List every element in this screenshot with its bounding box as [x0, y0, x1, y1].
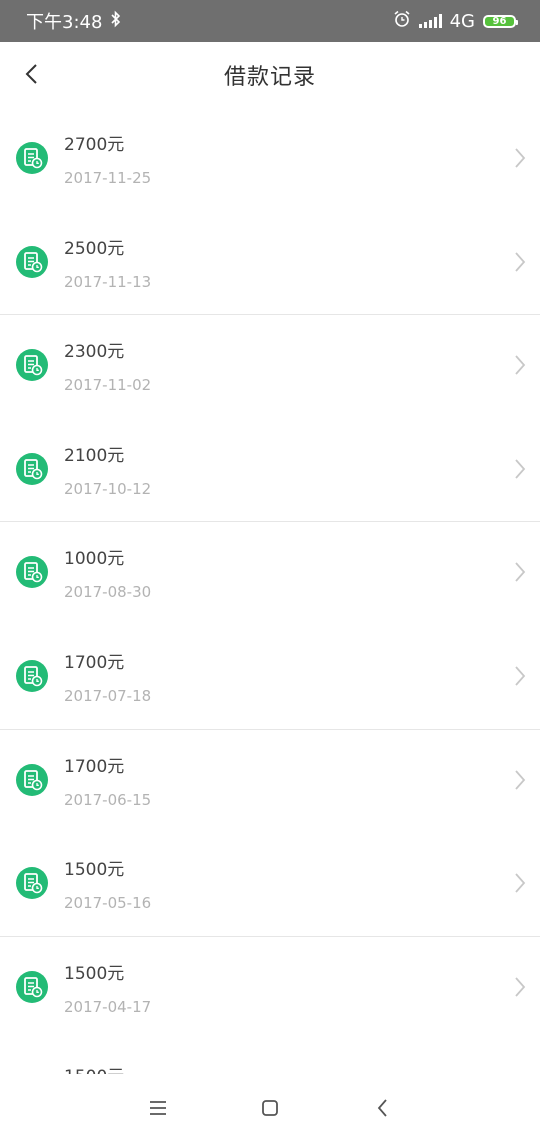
loan-amount: 2500元 [64, 238, 125, 259]
page-header: 借款记录 [0, 42, 540, 108]
chevron-right-icon [514, 251, 526, 277]
loan-date: 2017-05-16 [64, 894, 152, 913]
chevron-right-icon [514, 354, 526, 380]
loan-date: 2017-11-25 [64, 169, 152, 187]
list-item[interactable]: 1700元 2017-06-15 [0, 730, 540, 834]
alarm-icon [393, 10, 411, 33]
chevron-right-icon [514, 976, 526, 1002]
list-item[interactable]: 1500元 2017-04-17 [0, 937, 540, 1041]
status-bar: 下午3:48 4G 96 [0, 0, 540, 42]
list-item[interactable]: 2700元 2017-11-25 [0, 108, 540, 212]
loan-date: 2017-10-12 [64, 479, 152, 498]
home-square-icon[interactable] [258, 1096, 282, 1120]
list-item[interactable]: 1500元 2017-05-16 [0, 833, 540, 937]
chevron-left-icon[interactable] [20, 62, 44, 86]
loan-amount: 2300元 [64, 342, 125, 363]
loan-date: 2017-07-18 [64, 686, 152, 705]
loan-amount: 2100元 [64, 445, 125, 466]
status-time: 下午3:48 [26, 12, 103, 33]
back-triangle-icon[interactable] [371, 1096, 395, 1120]
chevron-right-icon [514, 458, 526, 484]
chevron-right-icon [514, 769, 526, 795]
document-clock-icon [16, 142, 48, 174]
page-title: 借款记录 [223, 65, 316, 90]
chevron-right-icon [514, 665, 526, 691]
loan-amount: 1700元 [64, 652, 125, 673]
loan-amount: 1700元 [64, 756, 125, 777]
list-item[interactable]: 2100元 2017-10-12 [0, 419, 540, 523]
loan-record-list[interactable]: 2700元 2017-11-25 2500元 2017-11-13 2300元 … [0, 108, 540, 1074]
document-clock-icon [16, 659, 48, 692]
chevron-right-icon [514, 872, 526, 898]
document-clock-icon [16, 245, 48, 278]
chevron-right-icon [514, 561, 526, 587]
loan-amount: 1500元 [64, 860, 125, 881]
loan-amount: 1500元 [64, 963, 125, 984]
system-nav-bar [0, 1074, 540, 1140]
signal-icon [418, 14, 442, 28]
list-item[interactable]: 2300元 2017-11-02 [0, 315, 540, 419]
bluetooth-icon [110, 10, 122, 33]
loan-date: 2017-06-15 [64, 790, 152, 809]
loan-amount: 2700元 [64, 135, 125, 155]
list-item[interactable]: 1500元 [0, 1040, 540, 1074]
document-clock-icon [16, 867, 48, 900]
loan-date: 2017-11-13 [64, 272, 152, 291]
battery-level: 96 [492, 15, 507, 27]
document-clock-icon [16, 556, 48, 589]
document-clock-icon [16, 763, 48, 796]
list-item[interactable]: 1000元 2017-08-30 [0, 522, 540, 626]
list-item[interactable]: 1700元 2017-07-18 [0, 626, 540, 730]
network-type: 4G [449, 10, 475, 32]
document-clock-icon [16, 349, 48, 382]
document-clock-icon [16, 970, 48, 1003]
loan-amount: 1500元 [64, 1062, 124, 1074]
loan-amount: 1000元 [64, 549, 125, 570]
battery-icon: 96 [483, 14, 518, 28]
menu-icon[interactable] [146, 1096, 170, 1120]
document-clock-icon [16, 452, 48, 485]
chevron-right-icon [514, 147, 526, 173]
loan-date: 2017-11-02 [64, 376, 152, 395]
loan-date: 2017-04-17 [64, 997, 152, 1016]
loan-date: 2017-08-30 [64, 583, 152, 602]
list-item[interactable]: 2500元 2017-11-13 [0, 212, 540, 316]
